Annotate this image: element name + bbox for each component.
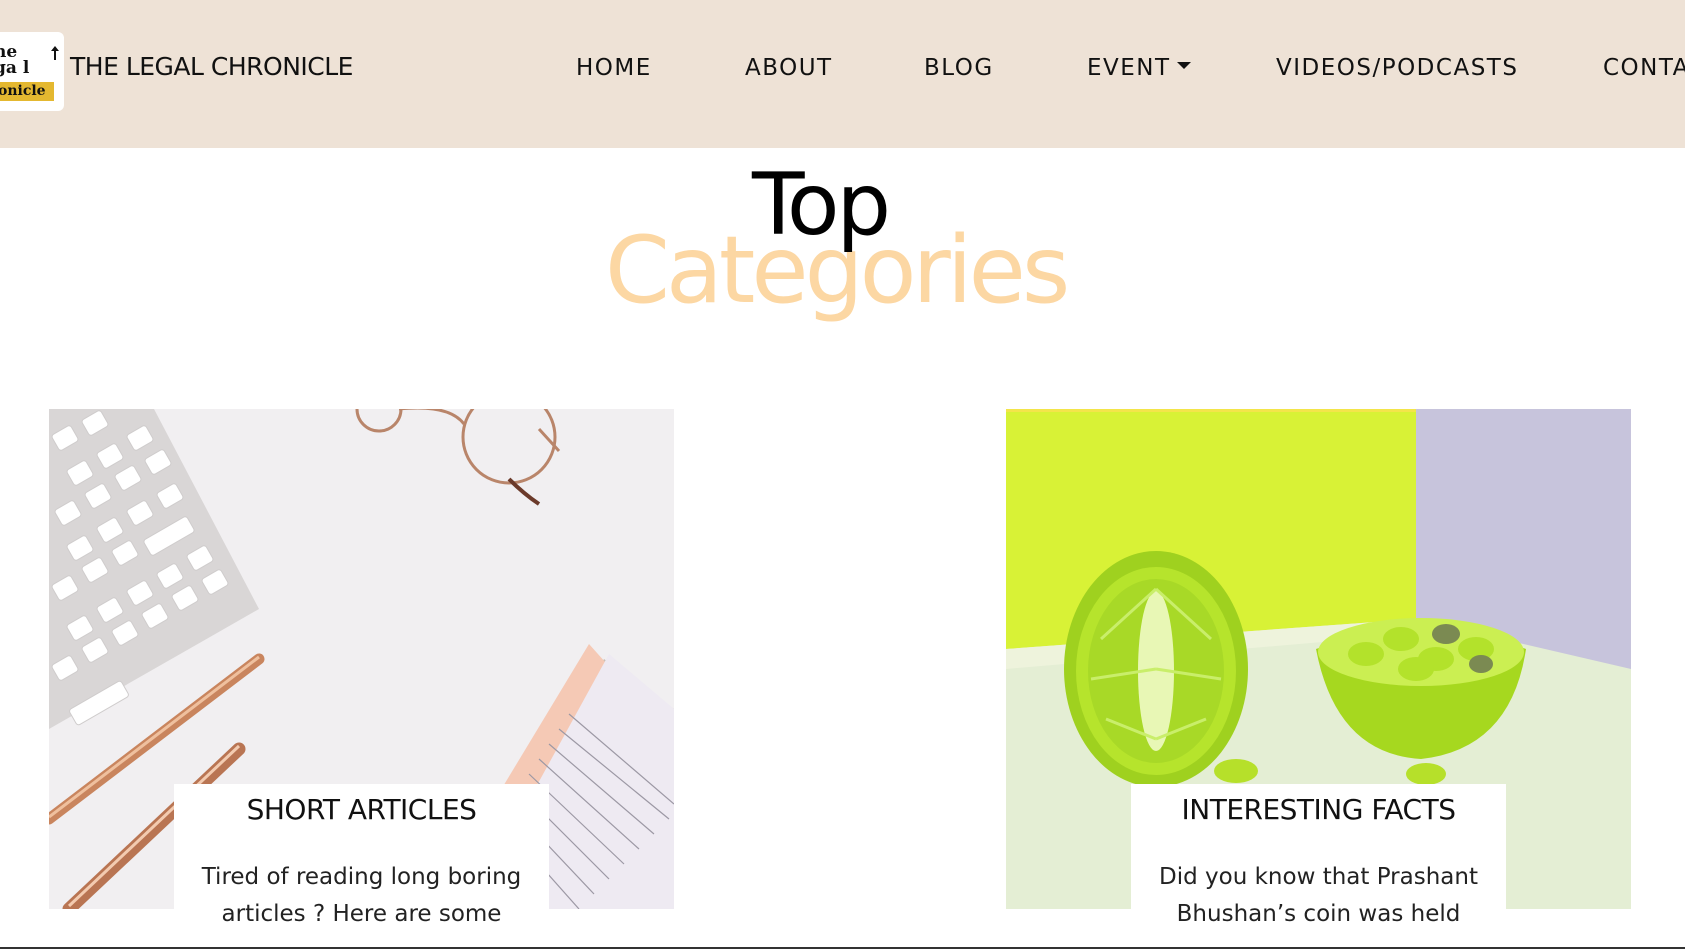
nav-item-event[interactable]: EVENT (1087, 55, 1191, 81)
card-description: Did you know that Prashant Bhushan’s coi… (1159, 864, 1478, 927)
nav-item-event-label: EVENT (1087, 55, 1171, 81)
section-title-top: Top (752, 155, 891, 255)
site-header: he ga l onicle THE LEGAL CHRONICLE HOME … (0, 0, 1685, 148)
nav-item-contact[interactable]: CONTA (1603, 55, 1685, 81)
card-description: Tired of reading long boring articles ? … (201, 864, 522, 927)
caret-down-icon (1176, 62, 1191, 69)
card-title[interactable]: INTERESTING FACTS (1131, 793, 1506, 826)
card-caption-short-articles: SHORT ARTICLES Tired of reading long bor… (174, 784, 549, 949)
nav-item-about[interactable]: ABOUT (745, 55, 833, 81)
nav-item-blog[interactable]: BLOG (924, 55, 994, 81)
nav-item-home[interactable]: HOME (576, 55, 652, 81)
main-nav: HOME ABOUT BLOG EVENT VIDEOS/PODCASTS CO… (0, 55, 1685, 87)
card-title[interactable]: SHORT ARTICLES (174, 793, 549, 826)
nav-item-videos-podcasts[interactable]: VIDEOS/PODCASTS (1276, 55, 1518, 81)
card-caption-interesting-facts: INTERESTING FACTS Did you know that Pras… (1131, 784, 1506, 949)
